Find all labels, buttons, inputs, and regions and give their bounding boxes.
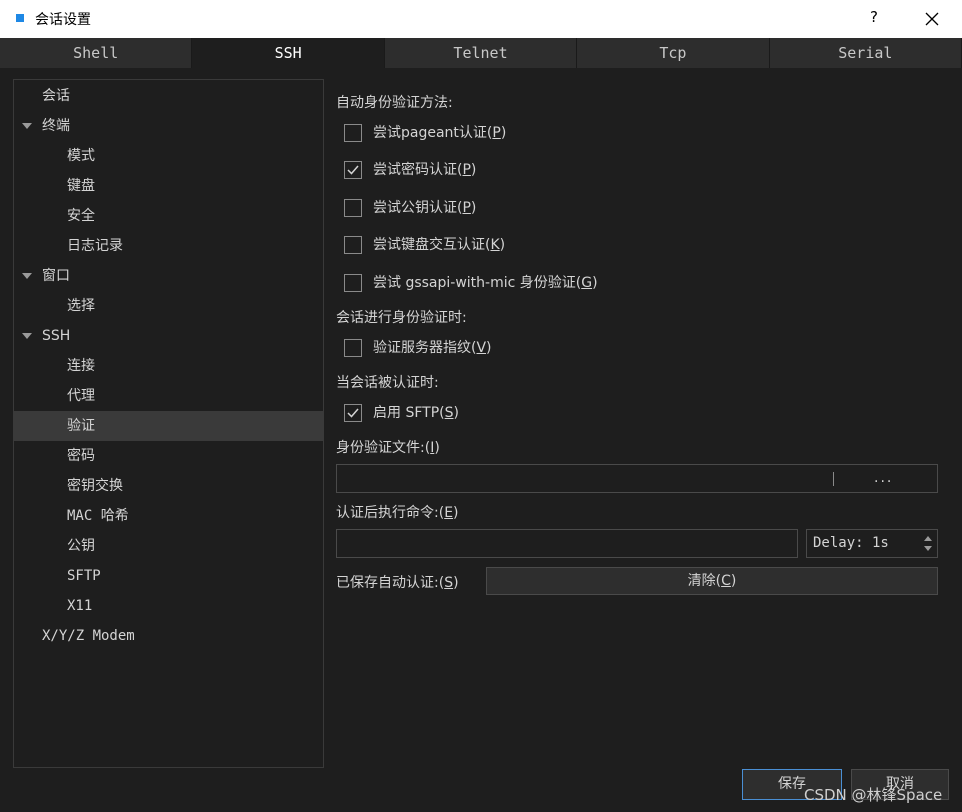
check-icon <box>347 165 359 175</box>
tree-item-keyboard[interactable]: 键盘 <box>14 171 323 201</box>
tree-item-label: 终端 <box>42 118 70 134</box>
tab-label: SSH <box>274 44 302 62</box>
tree-item-selection[interactable]: 选择 <box>14 291 323 321</box>
tree-item-label: 密码 <box>67 448 95 464</box>
app-icon <box>16 14 24 22</box>
checkbox-label: 启用 SFTP(S) <box>373 405 459 421</box>
tab-label: Serial <box>838 44 893 62</box>
checkbox-label: 尝试 gssapi-with-mic 身份验证(G) <box>373 275 598 291</box>
tree-item-connection[interactable]: 连接 <box>14 351 323 381</box>
tree-item-kex[interactable]: 密钥交换 <box>14 471 323 501</box>
checkbox-box[interactable] <box>344 339 362 357</box>
tab-ssh[interactable]: SSH <box>192 38 385 68</box>
tab-serial[interactable]: Serial <box>769 38 962 68</box>
tree-item-sftp[interactable]: SFTP <box>14 561 323 591</box>
tree-item-label: SSH <box>42 328 71 344</box>
tree-item-security[interactable]: 安全 <box>14 201 323 231</box>
after-auth-label: 当会话被认证时: <box>336 375 439 391</box>
tree-item-ssh[interactable]: SSH <box>14 321 323 351</box>
field-divider <box>833 472 834 486</box>
checkbox-box[interactable] <box>344 274 362 292</box>
tree-item-auth[interactable]: 验证 <box>14 411 323 441</box>
tree-item-label: 窗口 <box>42 268 70 284</box>
identity-file-field[interactable]: ... <box>336 464 938 493</box>
tree-item-window[interactable]: 窗口 <box>14 261 323 291</box>
checkbox-box[interactable] <box>344 124 362 142</box>
tab-telnet[interactable]: Telnet <box>384 38 578 68</box>
close-button[interactable] <box>912 4 952 34</box>
tree-item-label: 代理 <box>67 388 95 404</box>
checkbox-label: 验证服务器指纹(V) <box>373 340 492 356</box>
help-button[interactable]: ? <box>862 8 886 30</box>
checkbox-box[interactable] <box>344 404 362 422</box>
expand-arrow-icon[interactable] <box>22 333 32 339</box>
tree-item-logging[interactable]: 日志记录 <box>14 231 323 261</box>
tree-item-pubkey[interactable]: 公钥 <box>14 531 323 561</box>
tree-item-mac[interactable]: MAC 哈希 <box>14 501 323 531</box>
delay-spinbox[interactable]: Delay: 1s <box>806 529 938 558</box>
during-auth-label: 会话进行身份验证时: <box>336 310 467 326</box>
tree-item-label: 键盘 <box>67 178 95 194</box>
checkbox-label: 尝试公钥认证(P) <box>373 200 477 216</box>
title-bar: 会话设置 ? <box>0 0 962 38</box>
expand-arrow-icon[interactable] <box>22 123 32 129</box>
browse-button[interactable]: ... <box>874 470 893 486</box>
checkbox-label: 尝试pageant认证(P) <box>373 125 507 141</box>
tree-item-session[interactable]: 会话 <box>14 81 323 111</box>
tree-item-label: X11 <box>67 598 93 614</box>
tree-item-label: SFTP <box>67 568 101 584</box>
saved-auth-label: 已保存自动认证:(S) <box>336 575 459 591</box>
expand-arrow-icon[interactable] <box>22 273 32 279</box>
close-icon <box>925 12 939 26</box>
tree-item-xyz-modem[interactable]: X/Y/Z Modem <box>14 621 323 651</box>
spin-down-icon[interactable] <box>924 546 932 551</box>
tab-tcp[interactable]: Tcp <box>577 38 770 68</box>
post-auth-command-label: 认证后执行命令:(E) <box>336 505 459 521</box>
checkbox-label: 尝试键盘交互认证(K) <box>373 237 506 253</box>
post-auth-command-input[interactable] <box>336 529 798 558</box>
tree-item-mode[interactable]: 模式 <box>14 141 323 171</box>
checkbox-box[interactable] <box>344 161 362 179</box>
tree-item-x11[interactable]: X11 <box>14 591 323 621</box>
tree-item-password[interactable]: 密码 <box>14 441 323 471</box>
tree-item-label: 模式 <box>67 148 95 164</box>
tree-item-label: 安全 <box>67 208 95 224</box>
tree-item-label: 公钥 <box>67 538 95 554</box>
tab-shell[interactable]: Shell <box>0 38 193 68</box>
window-title: 会话设置 <box>35 12 91 28</box>
delay-value: Delay: 1s <box>813 535 889 551</box>
tab-label: Telnet <box>453 44 508 62</box>
check-icon <box>347 408 359 418</box>
checkbox-box[interactable] <box>344 199 362 217</box>
tree-item-terminal[interactable]: 终端 <box>14 111 323 141</box>
checkbox-label: 尝试密码认证(P) <box>373 162 477 178</box>
tree-item-label: 会话 <box>42 88 70 104</box>
tree-item-label: MAC 哈希 <box>67 508 129 524</box>
tab-bar: Shell SSH Telnet Tcp Serial <box>0 38 962 68</box>
tree-item-label: 选择 <box>67 298 95 314</box>
clear-button[interactable]: 清除(C) <box>486 567 938 595</box>
tree-item-label: 日志记录 <box>67 238 123 254</box>
auto-auth-methods-label: 自动身份验证方法: <box>336 95 453 111</box>
tree-item-proxy[interactable]: 代理 <box>14 381 323 411</box>
category-tree: 会话 终端 模式 键盘 安全 日志记录 窗口 选择 SSH 连接 代理 验证 密… <box>13 79 324 768</box>
tree-item-label: X/Y/Z Modem <box>42 628 135 644</box>
watermark: CSDN @林锋Space <box>804 786 943 804</box>
tree-item-label: 验证 <box>67 418 95 434</box>
spin-up-icon[interactable] <box>924 536 932 541</box>
tab-label: Tcp <box>659 44 687 62</box>
tab-label: Shell <box>73 44 119 62</box>
tree-item-label: 密钥交换 <box>67 478 123 494</box>
checkbox-box[interactable] <box>344 236 362 254</box>
identity-file-label: 身份验证文件:(I) <box>336 440 440 456</box>
tree-item-label: 连接 <box>67 358 95 374</box>
